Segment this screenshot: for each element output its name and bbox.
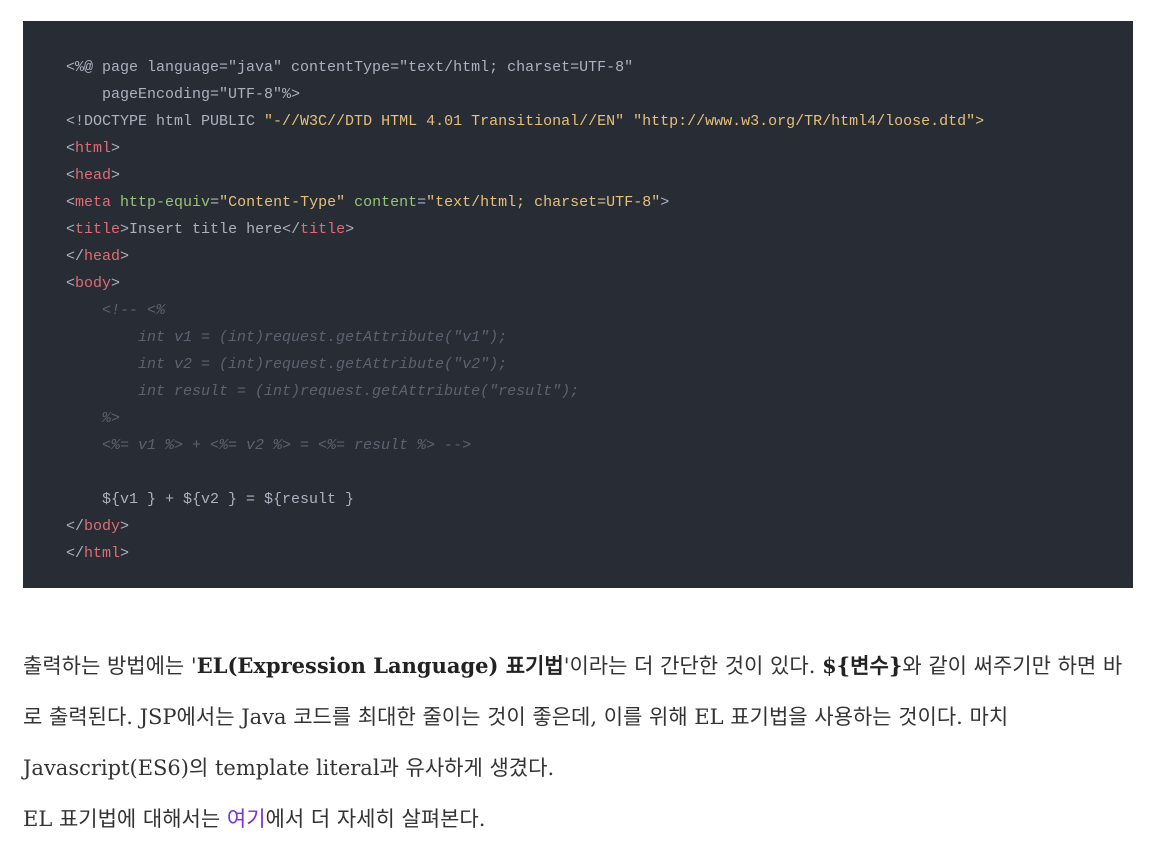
code-tag: body <box>75 275 112 292</box>
code-line-body-close: </body> <box>66 513 984 540</box>
code-token: = <box>417 194 427 211</box>
code-token: > <box>120 221 130 238</box>
code-comment-line: int v1 = (int)request.getAttribute("v1")… <box>66 329 508 346</box>
code-tag: meta <box>75 194 112 211</box>
code-comment-line: int result = (int)request.getAttribute("… <box>66 383 580 400</box>
code-string: "-//W3C//DTD HTML 4.01 Transitional//EN" <box>264 113 625 130</box>
code-token: > <box>660 194 670 211</box>
paragraph-el-intro: 출력하는 방법에는 'EL(Expression Language) 표기법'이… <box>23 640 1133 794</box>
code-tag: html <box>84 545 121 562</box>
code-line-3: <!DOCTYPE html PUBLIC "-//W3C//DTD HTML … <box>66 108 984 135</box>
code-token: < <box>66 140 76 157</box>
code-token: = <box>210 194 220 211</box>
bold-term-el: EL(Expression Language) 표기법 <box>196 653 564 678</box>
code-token: pageEncoding= <box>66 86 220 103</box>
text-run: '이라는 더 간단한 것이 있다. <box>563 654 823 678</box>
code-token: < <box>66 194 76 211</box>
code-token: > <box>120 545 130 562</box>
code-token: > <box>111 275 121 292</box>
code-line-4: <html> <box>66 135 984 162</box>
code-tag: title <box>300 221 346 238</box>
code-line-html-close: </html> <box>66 540 984 567</box>
code-line-7: <title>Insert title here</title> <box>66 216 984 243</box>
code-token: "java" <box>228 59 283 76</box>
code-tag: head <box>84 248 121 265</box>
code-block: <%@ page language="java" contentType="te… <box>23 21 1133 588</box>
code-token: > <box>120 518 130 535</box>
code-line-2: pageEncoding="UTF-8"%> <box>66 81 984 108</box>
code-comment-line: int v2 = (int)request.getAttribute("v2")… <box>66 356 508 373</box>
text-run: 에서 더 자세히 살펴본다. <box>265 807 486 831</box>
code-token: > <box>120 248 130 265</box>
code-attr: content <box>354 194 418 211</box>
code-token: <!DOCTYPE html PUBLIC <box>66 113 265 130</box>
code-el-expression-line: ${v1 } + ${v2 } = ${result } <box>66 491 355 508</box>
code-token: </ <box>66 545 85 562</box>
bold-term-variable: ${변수} <box>822 653 903 678</box>
code-token: </ <box>66 248 85 265</box>
code-tag: body <box>84 518 121 535</box>
text-run: EL 표기법에 대해서는 <box>23 807 227 831</box>
code-string: "text/html; charset=UTF-8" <box>426 194 661 211</box>
code-comment-line: <!-- <% <box>66 302 166 319</box>
code-token: </ <box>282 221 301 238</box>
code-string: "Content-Type" <box>219 194 346 211</box>
code-comment-line: %> <box>66 410 121 427</box>
code-token: < <box>66 221 76 238</box>
code-string: "http://www.w3.org/TR/html4/loose.dtd"> <box>633 113 985 130</box>
code-token: "text/html; charset=UTF-8" <box>399 59 634 76</box>
code-token: <%@ page language= <box>66 59 229 76</box>
code-attr: http-equiv <box>120 194 211 211</box>
code-token: > <box>345 221 355 238</box>
code-token: %> <box>282 86 301 103</box>
code-content: <%@ page language="java" contentType="te… <box>66 54 984 567</box>
here-link[interactable]: 여기 <box>227 807 266 831</box>
code-line-6: <meta http-equiv="Content-Type" content=… <box>66 189 984 216</box>
code-token: < <box>66 275 76 292</box>
code-tag: html <box>75 140 112 157</box>
code-token: > <box>111 167 121 184</box>
paragraph-el-more: EL 표기법에 대해서는 여기에서 더 자세히 살펴본다. <box>23 794 1133 845</box>
code-line-9: <body> <box>66 270 984 297</box>
text-run: 출력하는 방법에는 ' <box>23 654 197 678</box>
code-text: Insert title here <box>129 221 283 238</box>
code-line-8: </head> <box>66 243 984 270</box>
code-token: </ <box>66 518 85 535</box>
code-token: contentType= <box>282 59 400 76</box>
code-comment-line: <%= v1 %> + <%= v2 %> = <%= result %> --… <box>66 437 472 454</box>
code-token: > <box>111 140 121 157</box>
code-token: "UTF-8" <box>219 86 283 103</box>
code-tag: head <box>75 167 112 184</box>
code-tag: title <box>75 221 121 238</box>
article-body: 출력하는 방법에는 'EL(Expression Language) 표기법'이… <box>23 640 1133 845</box>
code-token: < <box>66 167 76 184</box>
code-line-5: <head> <box>66 162 984 189</box>
code-line-1: <%@ page language="java" contentType="te… <box>66 54 984 81</box>
